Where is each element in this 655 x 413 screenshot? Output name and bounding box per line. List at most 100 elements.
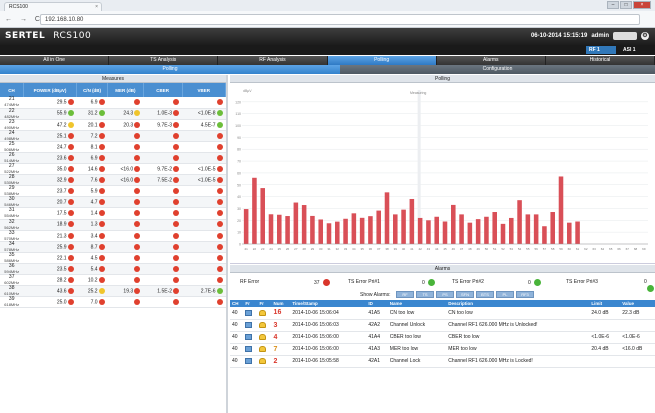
measure-row[interactable]: 26 514MHz 23.6 6.9 [0,152,226,165]
status-indicator-icon [216,299,223,306]
power-cell: 17.5 [23,207,77,220]
measure-row[interactable]: 25 506MHz 24.7 8.1 [0,141,226,153]
menu-rf-analysis[interactable]: RF Analysis [218,56,328,65]
alarm-name: CBER too low [387,331,447,344]
menu-ts-analysis[interactable]: TS Analysis [109,56,219,65]
y-unit-label: dBµV [243,89,252,93]
status-indicator-icon [216,287,223,294]
alarm-row[interactable]: 40 3 2014-10-06 15:06:03 42A2 Channel Unlock… [230,319,655,332]
tab-close-icon[interactable]: × [95,4,98,10]
bar [285,216,290,244]
measure-row[interactable]: 37 602MHz 28.2 10.2 [0,274,226,287]
alarm-filter-button[interactable]: BTS [476,291,494,298]
measure-row[interactable]: 33 570MHz 21.3 3.4 [0,230,226,242]
minimize-button[interactable]: – [607,1,619,9]
alarm-id: 41A4 [366,331,388,344]
tab-polling[interactable]: Polling [0,65,340,74]
measure-row[interactable]: 32 562MHz 18.9 1.3 [0,218,226,231]
alarm-filter-button[interactable]: TS [416,291,434,298]
status-indicator-icon [173,287,180,294]
bell-icon[interactable] [259,309,267,316]
status-indicator-icon [134,254,141,261]
navigation-buttons[interactable]: ← → C [5,16,43,23]
measure-row[interactable]: 38 610MHz 43.6 25.2 19.3 1.5E-2 2.7E-6 [0,285,226,298]
alarm-filter-button[interactable]: PL [496,291,514,298]
alarm-row[interactable]: 40 2 2014-10-06 15:05:58 42A1 Channel Lock Ch… [230,355,655,368]
alarm-filter-button[interactable]: RF3 [516,291,534,298]
status-indicator-icon [67,154,74,161]
alarm-column-header: Fr [243,300,258,307]
channel-cell: 35 586MHz [0,252,24,264]
status-indicator-icon [134,110,141,117]
bell-icon[interactable] [259,357,267,364]
measure-row[interactable]: 22 482MHz 55.9 31.2 24.3 1.0E-3 <1.0E-8 [0,108,226,120]
alarm-filter-button[interactable]: PS [436,291,454,298]
measure-row[interactable]: 23 490MHz 47.2 20.1 20.3 9.7E-3 4.5E-7 [0,119,226,131]
bar [558,176,564,244]
status-indicator-icon [98,143,105,150]
gear-icon[interactable]: ⚙ [641,32,649,40]
status-indicator-icon [134,132,141,139]
measure-row[interactable]: 35 586MHz 22.1 4.5 [0,252,226,264]
alarm-name: Channel Lock [387,355,447,368]
power-chart: 0 10 20 30 40 50 60 70 80 90 100 110 120 dBµV Measurin… [230,84,655,264]
vber-cell [182,263,226,276]
measure-row[interactable]: 29 538MHz 23.7 5.9 [0,185,226,198]
status-indicator-icon [173,299,180,306]
y-tick-label: 20 [237,219,241,223]
browser-tab[interactable]: RCS100 × [4,2,102,11]
measure-row[interactable]: 39 618MHz 25.0 7.0 [0,296,226,309]
measure-row[interactable]: 28 530MHz 32.9 7.6 <16.0 7.5E-2 <1.0E-5 [0,174,226,187]
mer-value: <16.0 [120,177,134,184]
channel-number: 32 [8,218,15,225]
mail-icon[interactable] [245,357,253,364]
alarm-row[interactable]: 40 7 2014-10-06 15:06:00 41A3 MER too low MER… [230,343,655,356]
url-input[interactable]: 192.168.10.80 [40,14,640,25]
session-field[interactable] [613,32,637,40]
cber-cell [143,230,183,242]
menu-historical[interactable]: Historical [546,56,655,65]
mail-icon[interactable] [245,321,253,328]
measure-row[interactable]: 24 498MHz 25.1 7.2 [0,130,226,142]
bar [484,216,489,244]
rf-input-button[interactable]: RF 1 [586,46,616,54]
alarm-id: 41A5 [366,307,388,320]
measure-row[interactable]: 27 522MHz 35.0 14.6 <16.0 9.7E-2 <1.0E-5 [0,163,226,176]
bell-icon[interactable] [259,345,267,352]
x-tick-label: 25 [278,247,282,251]
bell-icon[interactable] [259,333,267,340]
mail-icon[interactable] [245,309,253,316]
status-indicator-icon [216,210,223,217]
asi-input-button[interactable]: ASI 1 [620,46,639,54]
bar [243,209,249,244]
measure-row[interactable]: 31 554MHz 17.5 1.4 [0,207,226,220]
mail-icon[interactable] [245,345,253,352]
bar [293,202,299,244]
menu-all-in-one[interactable]: All in One [0,56,110,65]
x-tick-label: 43 [427,247,431,251]
channel-cell: 27 522MHz [0,163,24,176]
tab-configuration[interactable]: Configuration [340,65,655,74]
close-window-button[interactable]: × [633,1,651,9]
measure-row[interactable]: 30 546MHz 20.7 4.7 [0,196,226,209]
alarm-row[interactable]: 40 16 2014-10-06 15:06:04 41A5 CN too low CN … [230,307,655,320]
alarm-row[interactable]: 40 4 2014-10-06 15:06:00 41A4 CBER too low CB… [230,331,655,344]
menu-polling[interactable]: Polling [327,56,437,65]
x-tick-label: 57 [543,247,547,251]
status-indicator-icon [134,154,141,161]
measure-row[interactable]: 36 594MHz 23.5 5.4 [0,263,226,276]
vber-cell: 2.7E-6 [182,285,226,298]
mail-icon[interactable] [245,333,253,340]
y-tick-label: 50 [237,183,241,187]
bell-icon[interactable] [259,321,267,328]
power-value: 55.9 [56,110,67,117]
measure-row[interactable]: 21 474MHz 29.5 6.9 [0,97,226,109]
alarms-table: CH Fr Fr Num Time/Stamp ID Name Description Limi… [230,300,655,368]
alarm-filter-button[interactable]: SFN [456,291,474,298]
measure-row[interactable]: 34 578MHz 25.9 8.7 [0,241,226,253]
cn-cell: 7.2 [76,130,108,142]
maximize-button[interactable]: □ [620,1,632,9]
menu-alarms[interactable]: Alarms [437,56,546,65]
alarm-filter-button[interactable]: RF [396,291,414,298]
alarm-column-header: Time/Stamp [290,300,367,307]
